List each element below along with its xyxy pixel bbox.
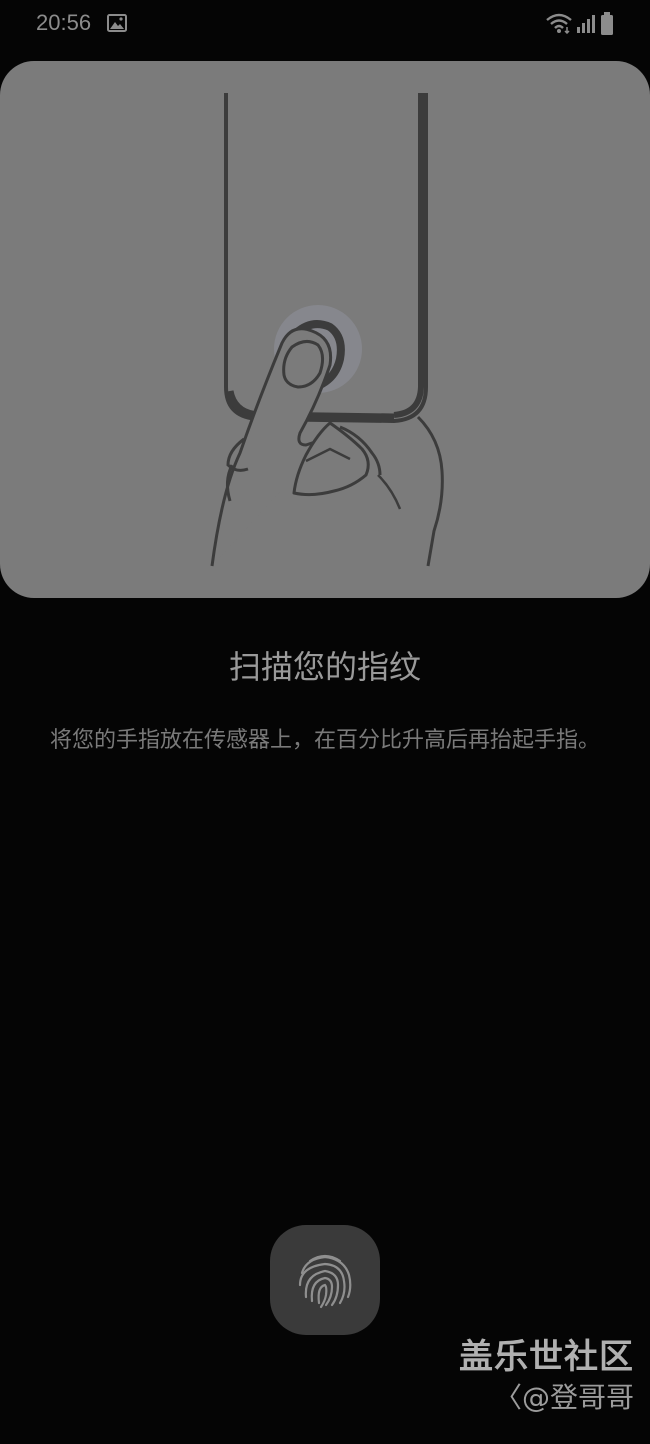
- status-bar: 20:56: [0, 0, 650, 48]
- wifi-icon: [545, 12, 573, 38]
- watermark-author: 〈@登哥哥: [493, 1381, 634, 1414]
- fingerprint-icon: [298, 1254, 352, 1309]
- signal-icon: [576, 12, 596, 38]
- battery-icon: [600, 12, 614, 40]
- watermark: 盖乐世社区 〈@登哥哥: [459, 1336, 634, 1418]
- fingerprint-sensor-button[interactable]: [270, 1225, 380, 1335]
- finger-on-phone-illustration: [210, 93, 444, 567]
- page-title: 扫描您的指纹: [228, 648, 421, 686]
- watermark-title: 盖乐世社区: [459, 1337, 634, 1377]
- illustration-card: [0, 61, 650, 598]
- status-time: 20:56: [36, 10, 92, 35]
- gallery-icon: [107, 14, 127, 36]
- instruction-text: 将您的手指放在传感器上，在百分比升高后再抬起手指。: [49, 728, 600, 753]
